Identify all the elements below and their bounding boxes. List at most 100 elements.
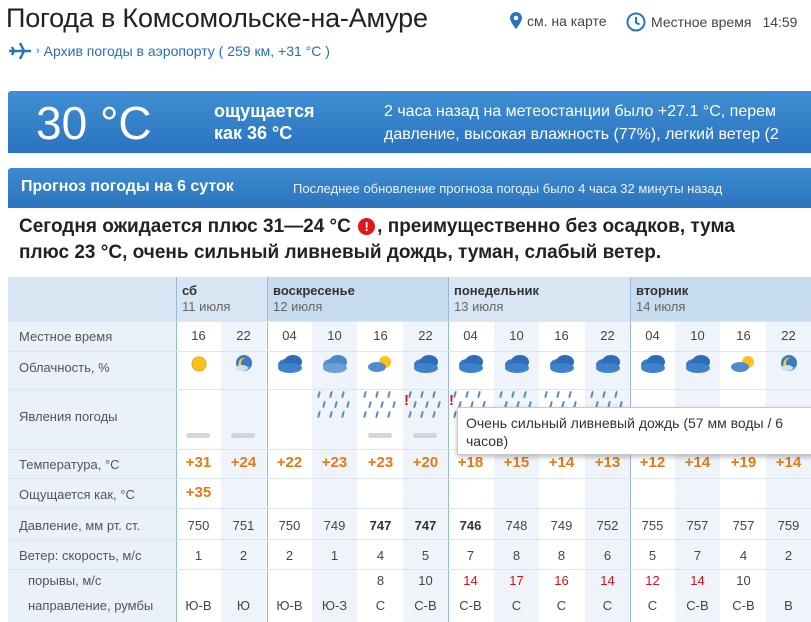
pressure-cell: 759 — [777, 518, 800, 533]
rain-drop-icon — [317, 390, 321, 399]
pressure-cell: 750 — [278, 518, 301, 533]
label-temperature: Температура, °C — [19, 457, 120, 472]
temperature-cell: +20 — [412, 454, 439, 471]
summary-line2: плюс 23 °C, очень сильный ливневый дождь… — [19, 242, 662, 263]
day-name: сб — [182, 283, 198, 298]
wind-direction-cell: С — [511, 598, 522, 613]
rain-drop-icon — [380, 400, 384, 409]
day-date: 14 июля — [636, 299, 686, 314]
cloud-icon — [267, 353, 312, 380]
temperature-cell: +31 — [185, 454, 212, 471]
weather-phenomena-cell[interactable] — [267, 389, 312, 449]
label-local-time: Местное время — [19, 329, 113, 344]
rain-drop-icon — [432, 410, 436, 419]
sun-icon — [176, 353, 221, 380]
archive-link-label[interactable]: Архив погоды в аэропорту ( 259 км, +31 °… — [44, 43, 330, 59]
clock-icon — [626, 12, 646, 32]
wind-direction-cell: С-В — [732, 598, 755, 613]
description-line2: давление, высокая влажность (77%), легки… — [384, 126, 779, 143]
rain-drop-icon — [544, 390, 548, 399]
sun-cloud-icon — [358, 353, 403, 380]
temperature-cell: +13 — [594, 454, 621, 471]
label-pressure: Давление, мм рт. ст. — [19, 518, 141, 533]
row-separator — [8, 508, 811, 509]
forecast-header: Прогноз погоды на 6 суток Последнее обно… — [8, 168, 811, 208]
fog-icon — [231, 433, 255, 438]
rain-drop-icon — [341, 390, 345, 399]
pressure-cell: 757 — [686, 518, 709, 533]
label-cloudiness: Облачность, % — [19, 360, 110, 375]
wind-direction-cell: С-В — [414, 598, 437, 613]
moon-cloud-icon — [766, 353, 811, 380]
tooltip-line1: Очень сильный ливневый дождь (57 мм воды… — [466, 415, 784, 431]
rain-drop-icon — [363, 390, 367, 399]
wind-speed-cell: 8 — [512, 548, 521, 563]
hour-cell: 16 — [736, 328, 751, 343]
weather-phenomena-cell[interactable] — [221, 389, 266, 449]
forecast-heading: Прогноз погоды на 6 суток — [21, 178, 234, 195]
wind-speed-cell: 7 — [693, 548, 702, 563]
pressure-cell: 747 — [414, 518, 437, 533]
wind-direction-cell: С — [602, 598, 613, 613]
rain-drop-icon — [420, 390, 424, 399]
warning-icon: ! — [404, 392, 409, 409]
rain-drop-icon — [614, 390, 618, 399]
hour-cell: 22 — [781, 328, 796, 343]
wind-direction-cell: Ю-В — [276, 598, 303, 613]
hour-cell: 22 — [418, 328, 433, 343]
day-header[interactable]: понедельник 13 июля — [448, 277, 630, 321]
wind-direction-cell: С — [375, 598, 386, 613]
day-date: 13 июля — [454, 299, 504, 314]
location-pin-icon — [510, 12, 522, 29]
local-time-value: 14:59 — [762, 14, 798, 30]
gust-cell: 16 — [554, 573, 569, 588]
wind-speed-cell: 2 — [285, 548, 294, 563]
rain-drop-icon — [602, 390, 606, 399]
description-line1: 2 часа назад на метеостанции было +27.1 … — [384, 103, 777, 120]
cloud-icon — [630, 353, 675, 380]
local-time: Местное время 14:59 — [626, 12, 797, 32]
hour-cell: 22 — [600, 328, 615, 343]
day-header[interactable]: воскресенье 12 июля — [267, 277, 448, 321]
cloud-icon — [585, 353, 630, 380]
map-link-label[interactable]: см. на карте — [527, 13, 607, 29]
pressure-cell: 747 — [369, 518, 392, 533]
row-separator — [8, 351, 811, 352]
weather-phenomena-cell[interactable] — [358, 389, 403, 449]
rain-drop-icon — [363, 410, 367, 419]
temperature-cell: +22 — [276, 454, 303, 471]
label-direction: направление, румбы — [28, 598, 154, 613]
cloud-icon — [539, 353, 584, 380]
rain-drop-icon — [413, 400, 417, 409]
rain-drop-icon — [387, 410, 391, 419]
wind-speed-cell: 8 — [557, 548, 566, 563]
gust-cell: 10 — [736, 573, 751, 588]
day-header[interactable]: сб 11 июля — [176, 277, 267, 321]
hour-cell: 16 — [373, 328, 388, 343]
temperature-cell: +15 — [503, 454, 530, 471]
rain-drop-icon — [556, 390, 560, 399]
rain-cloud-icon — [312, 353, 357, 380]
warning-icon[interactable]: ! — [358, 218, 376, 235]
rain-drop-icon — [322, 400, 326, 409]
summary-text-a: Сегодня ожидается плюс 31—24 °C — [19, 216, 351, 237]
rain-drop-icon — [329, 390, 333, 399]
day-name: воскресенье — [273, 283, 355, 298]
weather-phenomena-cell[interactable] — [176, 389, 221, 449]
wind-speed-cell: 2 — [784, 548, 793, 563]
current-description: 2 часа назад на метеостанции было +27.1 … — [384, 100, 779, 146]
rain-drop-icon — [590, 390, 594, 399]
pressure-cell: 755 — [641, 518, 664, 533]
cloud-icon — [448, 353, 493, 380]
temperature-cell: +14 — [548, 454, 575, 471]
hour-cell: 16 — [554, 328, 569, 343]
rain-drop-icon — [511, 390, 515, 399]
map-link[interactable]: см. на карте — [510, 12, 607, 29]
day-header[interactable]: вторник 14 июля — [630, 277, 811, 321]
wind-speed-cell: 2 — [239, 548, 248, 563]
archive-link[interactable]: › Архив погоды в аэропорту ( 259 км, +31… — [8, 42, 330, 60]
weather-phenomena-cell[interactable]: ! — [403, 389, 448, 449]
local-time-label: Местное время — [651, 14, 752, 30]
weather-phenomena-cell[interactable] — [312, 389, 357, 449]
pressure-cell: 757 — [732, 518, 755, 533]
